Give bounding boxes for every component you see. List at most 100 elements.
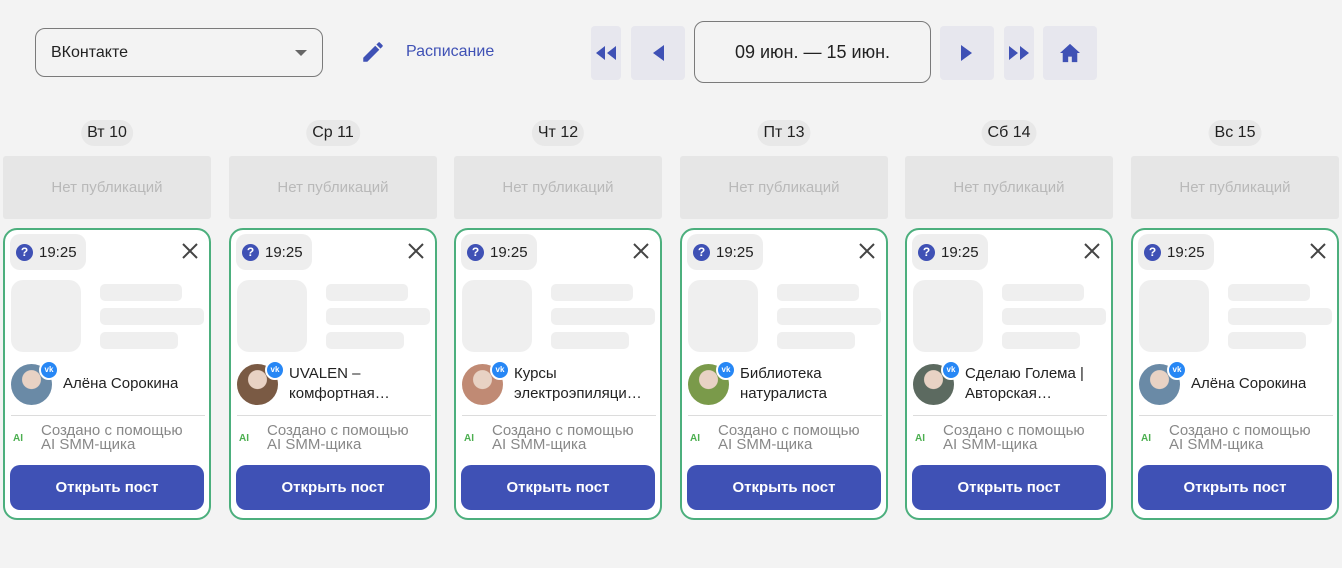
close-icon[interactable] (856, 240, 878, 262)
avatar: vk (688, 359, 736, 405)
account-info[interactable]: vk Сделаю Голема | Авторская… (913, 359, 1105, 405)
schedule-link[interactable]: Расписание (360, 38, 494, 66)
open-post-button[interactable]: Открыть пост (236, 465, 430, 510)
account-name: Алёна Сорокина (63, 375, 179, 392)
question-icon: ? (1144, 243, 1161, 261)
post-text-skeleton (326, 308, 430, 325)
account-info[interactable]: vk Алёна Сорокина (11, 359, 203, 405)
open-post-button[interactable]: Открыть пост (687, 465, 881, 510)
post-text-skeleton (1228, 332, 1306, 349)
ai-icon: AI (464, 432, 474, 444)
account-info[interactable]: vk Курсы электроэпиляци… (462, 359, 654, 405)
open-post-button[interactable]: Открыть пост (1138, 465, 1332, 510)
close-icon[interactable] (1081, 240, 1103, 262)
platform-select-value: ВКонтакте (51, 43, 128, 61)
post-text-skeleton (777, 308, 881, 325)
date-range[interactable]: 09 июн. — 15 июн. (694, 21, 931, 83)
account-name: Сделаю Голема | Авторская… (965, 365, 1084, 402)
platform-select[interactable]: ВКонтакте (35, 28, 323, 77)
account-name: Алёна Сорокина (1191, 375, 1307, 392)
double-chevron-left-icon (596, 46, 616, 60)
ai-created-text: Создано с помощью AI SMM-щика (943, 423, 1085, 452)
post-text-skeleton (100, 284, 182, 301)
post-card[interactable]: ? 19:25 vk Алёна Сорокина AI Создано с п… (1131, 228, 1339, 520)
day-column: Вт 10 Нет публикаций ? 19:25 vk Алёна Со… (3, 117, 211, 527)
avatar: vk (11, 359, 59, 405)
day-column: Ср 11 Нет публикаций ? 19:25 vk UVALEN –… (229, 117, 437, 527)
last-week-button[interactable] (1004, 26, 1034, 80)
post-text-skeleton (1228, 308, 1332, 325)
day-column: Вс 15 Нет публикаций ? 19:25 vk Алёна Со… (1131, 117, 1339, 527)
post-card[interactable]: ? 19:25 vk UVALEN – комфортная… AI Созда… (229, 228, 437, 520)
no-posts-placeholder: Нет публикаций (905, 156, 1113, 219)
caret-down-icon (295, 49, 307, 56)
day-of-week: Вс (1214, 124, 1234, 141)
post-text-skeleton (551, 332, 629, 349)
first-week-button[interactable] (591, 26, 621, 80)
post-card[interactable]: ? 19:25 vk Сделаю Голема | Авторская… AI… (905, 228, 1113, 520)
open-post-button[interactable]: Открыть пост (461, 465, 655, 510)
post-text-skeleton (326, 284, 408, 301)
post-time: 19:25 (265, 243, 303, 261)
today-button[interactable] (1043, 26, 1097, 80)
no-posts-placeholder: Нет публикаций (229, 156, 437, 219)
day-number: 14 (1012, 124, 1031, 141)
no-posts-placeholder: Нет публикаций (3, 156, 211, 219)
post-text-skeleton (777, 284, 859, 301)
open-post-button[interactable]: Открыть пост (10, 465, 204, 510)
post-time-chip: ? 19:25 (1138, 234, 1214, 270)
post-image-skeleton (462, 280, 532, 352)
close-icon[interactable] (1307, 240, 1329, 262)
post-time: 19:25 (490, 243, 528, 261)
post-text-skeleton (777, 332, 855, 349)
ai-icon: AI (1141, 432, 1151, 444)
pencil-icon (363, 42, 383, 62)
day-of-week: Ср (312, 124, 333, 141)
close-icon[interactable] (179, 240, 201, 262)
account-name: Библиотека натуралиста (740, 365, 828, 402)
ai-created-note: AI Создано с помощью AI SMM-щика (915, 423, 1085, 452)
day-column: Пт 13 Нет публикаций ? 19:25 vk Библиоте… (680, 117, 888, 527)
post-time-chip: ? 19:25 (912, 234, 988, 270)
post-image-skeleton (11, 280, 81, 352)
vk-icon: vk (941, 359, 961, 380)
day-label: Ср 11 (306, 120, 360, 146)
account-info[interactable]: vk Библиотека натуралиста (688, 359, 880, 405)
close-icon[interactable] (630, 240, 652, 262)
account-info[interactable]: vk Алёна Сорокина (1139, 359, 1331, 405)
day-number: 15 (1237, 124, 1256, 141)
avatar: vk (237, 359, 285, 405)
divider (237, 415, 431, 416)
post-image-skeleton (913, 280, 983, 352)
post-time: 19:25 (1167, 243, 1205, 261)
avatar: vk (462, 359, 510, 405)
post-card[interactable]: ? 19:25 vk Алёна Сорокина AI Создано с п… (3, 228, 211, 520)
close-icon[interactable] (405, 240, 427, 262)
ai-created-line2: AI SMM-щика (492, 436, 587, 453)
ai-icon: AI (915, 432, 925, 444)
vk-icon: vk (716, 359, 736, 380)
question-icon: ? (16, 243, 33, 261)
open-post-button[interactable]: Открыть пост (912, 465, 1106, 510)
day-label: Пт 13 (757, 120, 811, 146)
post-card[interactable]: ? 19:25 vk Библиотека натуралиста AI Соз… (680, 228, 888, 520)
post-card[interactable]: ? 19:25 vk Курсы электроэпиляци… AI Созд… (454, 228, 662, 520)
post-time-chip: ? 19:25 (236, 234, 312, 270)
ai-created-text: Создано с помощью AI SMM-щика (492, 423, 634, 453)
day-number: 11 (337, 124, 354, 141)
next-week-button[interactable] (940, 26, 994, 80)
question-icon: ? (918, 243, 935, 261)
day-label: Сб 14 (981, 120, 1037, 146)
ai-created-line2: AI SMM-щика (267, 436, 362, 453)
day-of-week: Чт (537, 124, 556, 141)
ai-icon: AI (13, 432, 23, 444)
question-icon: ? (242, 243, 259, 261)
day-column: Сб 14 Нет публикаций ? 19:25 vk Сделаю Г… (905, 117, 1113, 527)
double-chevron-right-icon (1009, 46, 1029, 60)
account-info[interactable]: vk UVALEN – комфортная… (237, 359, 429, 405)
account-name: Курсы электроэпиляци… (514, 365, 642, 402)
no-posts-placeholder: Нет публикаций (680, 156, 888, 219)
chevron-right-icon (961, 45, 972, 61)
prev-week-button[interactable] (631, 26, 685, 80)
divider (11, 415, 205, 416)
